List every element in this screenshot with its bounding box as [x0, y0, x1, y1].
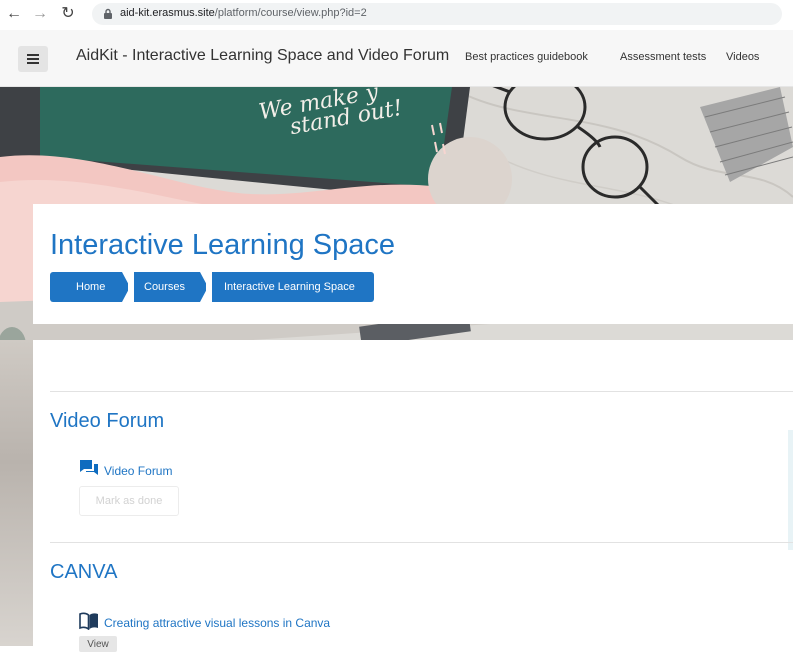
page-title: Interactive Learning Space: [50, 229, 395, 261]
section-title-video-forum[interactable]: Video Forum: [50, 410, 164, 433]
browser-toolbar: ← → ↻ aid-kit.erasmus.site/platform/cour…: [0, 0, 793, 31]
menu-icon[interactable]: [18, 46, 48, 72]
section-title-canva[interactable]: CANVA: [50, 561, 117, 584]
page-header-card: [33, 204, 793, 324]
nav-link-guidebook[interactable]: Best practices guidebook: [465, 51, 588, 63]
site-navbar: AidKit - Interactive Learning Space and …: [0, 30, 793, 87]
activity-link-canva-lessons[interactable]: Creating attractive visual lessons in Ca…: [104, 616, 330, 630]
breadcrumb-courses[interactable]: Courses: [134, 272, 206, 302]
url-path: /platform/course/view.php?id=2: [214, 7, 367, 19]
book-icon: [79, 612, 98, 630]
mark-as-done-button[interactable]: Mark as done: [79, 486, 179, 516]
nav-link-assessment-tests[interactable]: Assessment tests: [620, 51, 706, 63]
breadcrumb-current[interactable]: Interactive Learning Space: [212, 272, 374, 302]
address-bar[interactable]: aid-kit.erasmus.site/platform/course/vie…: [92, 3, 782, 25]
forward-icon[interactable]: →: [30, 4, 50, 24]
activity-link-video-forum[interactable]: Video Forum: [104, 464, 172, 478]
background-photo-strip: [0, 340, 33, 646]
url-text: aid-kit.erasmus.site/platform/course/vie…: [120, 7, 367, 19]
url-host: aid-kit.erasmus.site: [120, 7, 215, 19]
section-divider: [50, 542, 793, 543]
right-edge: [788, 430, 793, 550]
lock-icon: [104, 8, 112, 19]
back-icon[interactable]: ←: [4, 4, 24, 24]
breadcrumb-home[interactable]: Home: [50, 272, 128, 302]
section-divider: [50, 391, 793, 392]
forum-icon: [80, 460, 98, 475]
nav-link-videos[interactable]: Videos: [726, 51, 759, 63]
reload-icon[interactable]: ↻: [58, 4, 78, 24]
view-button[interactable]: View: [79, 636, 117, 652]
site-title[interactable]: AidKit - Interactive Learning Space and …: [76, 47, 449, 65]
